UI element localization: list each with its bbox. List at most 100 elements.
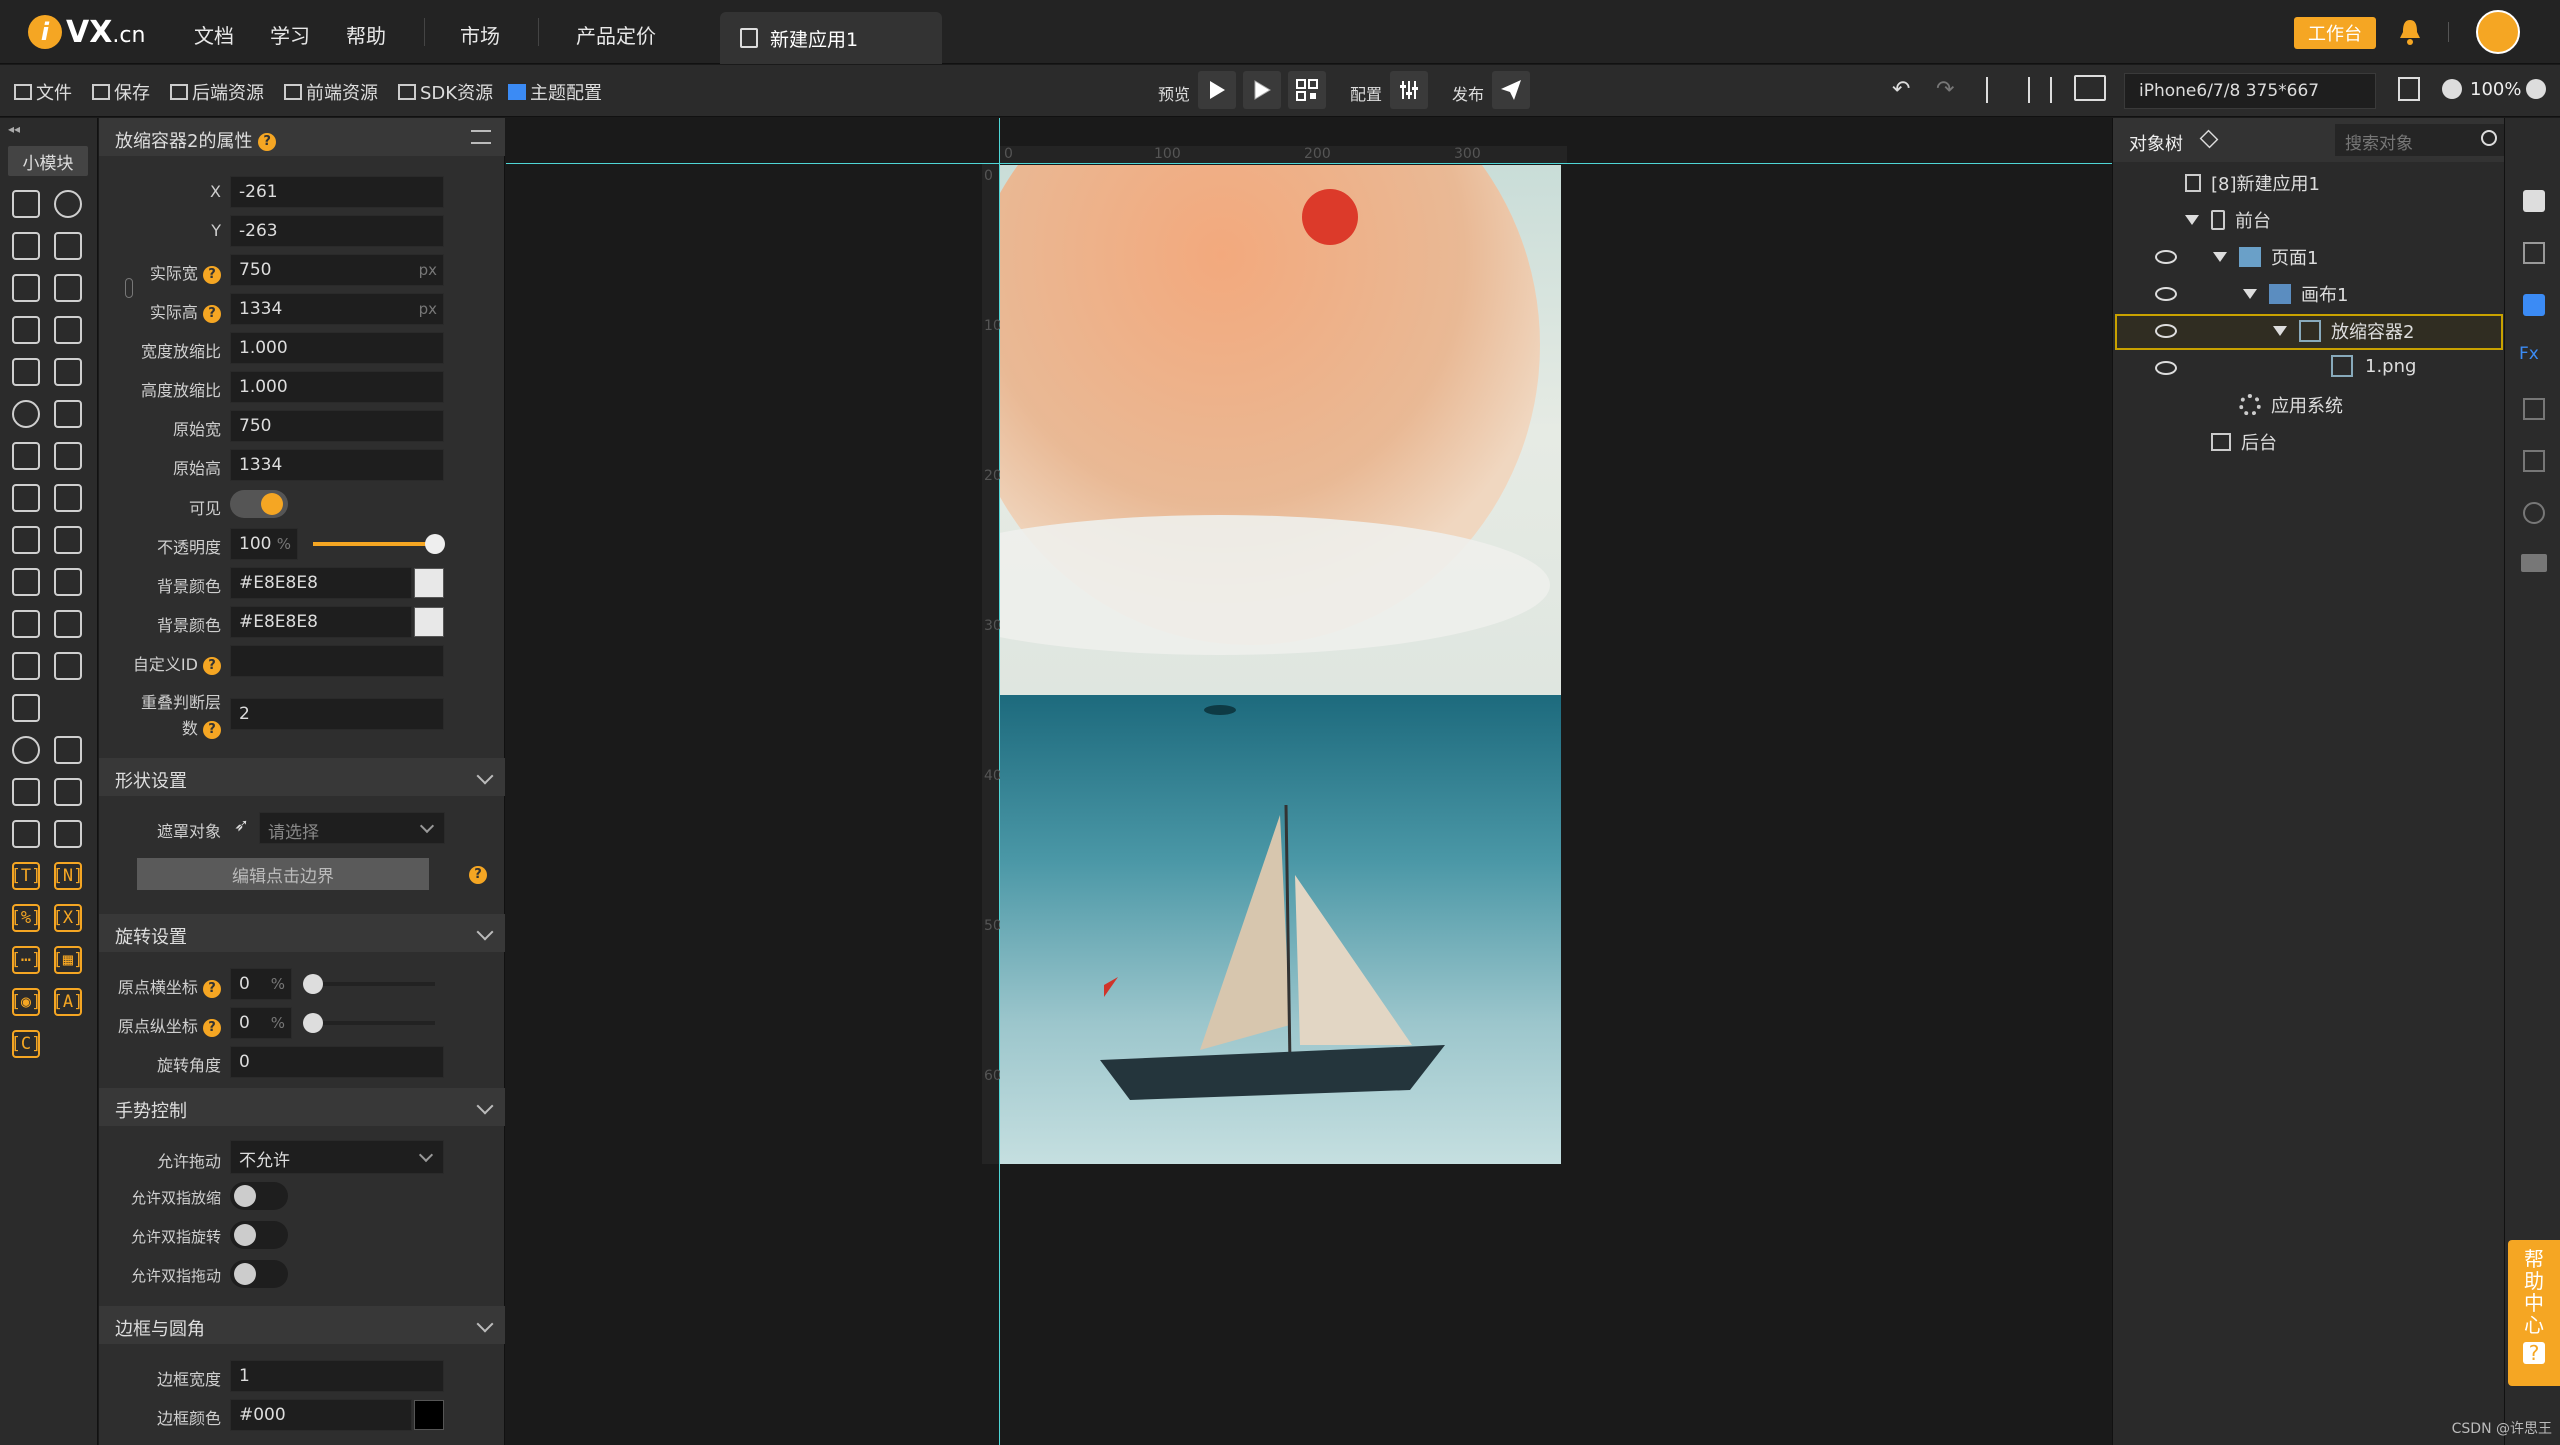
tree-node-page[interactable]: 页面1 <box>2213 244 2318 270</box>
qrcode-icon[interactable] <box>12 694 40 722</box>
form-icon[interactable] <box>54 274 82 302</box>
filter-icon[interactable] <box>12 778 40 806</box>
hexagon-icon[interactable] <box>12 358 40 386</box>
timer-icon[interactable] <box>12 736 40 764</box>
help-center-button[interactable]: 帮 助 中 心 ? <box>2508 1240 2560 1386</box>
info-icon[interactable] <box>2523 190 2545 212</box>
zoom-in-icon[interactable] <box>2526 79 2546 99</box>
gear-icon[interactable] <box>54 190 82 218</box>
text-icon[interactable] <box>12 442 40 470</box>
field-scale-y-input[interactable]: 1.000 <box>230 371 444 403</box>
eye-icon[interactable] <box>2155 361 2177 375</box>
align-center-icon[interactable] <box>2028 77 2052 103</box>
bg-color-input-2[interactable]: #E8E8E8 <box>230 606 412 638</box>
nav-help[interactable]: 帮助 <box>346 20 386 49</box>
object-search-input[interactable]: 搜索对象 <box>2335 124 2505 156</box>
search-component-icon[interactable] <box>12 400 40 428</box>
gesture-section-header[interactable]: 手势控制 <box>99 1088 505 1126</box>
border-color-swatch[interactable] <box>414 1400 444 1430</box>
help-icon[interactable]: ? <box>203 979 221 998</box>
screenshot-icon[interactable] <box>2398 77 2420 101</box>
tree-node-scale-container[interactable]: 放缩容器2 <box>2273 318 2414 344</box>
config-button[interactable] <box>1390 71 1428 109</box>
tree-node-image[interactable]: 1.png <box>2331 355 2416 377</box>
publish-button[interactable] <box>1492 71 1530 109</box>
zoom-out-icon[interactable] <box>2442 79 2462 99</box>
border-width-input[interactable]: 1 <box>230 1360 444 1392</box>
backend-resources[interactable]: 后端资源 <box>170 79 264 105</box>
origin-y-slider-track[interactable] <box>305 1021 435 1025</box>
copy-icon[interactable] <box>2523 398 2545 420</box>
origin-x-input[interactable]: 0% <box>230 968 292 1000</box>
align-left-icon[interactable] <box>1986 77 2010 103</box>
upload-icon[interactable] <box>54 232 82 260</box>
two-finger-drag-toggle[interactable] <box>230 1260 288 1288</box>
class-var-icon[interactable]: [C] <box>11 1030 41 1058</box>
nav-pricing[interactable]: 产品定价 <box>576 20 656 49</box>
nav-docs[interactable]: 文档 <box>194 20 234 49</box>
shape-section-header[interactable]: 形状设置 <box>99 758 505 796</box>
help-icon[interactable]: ? <box>203 656 221 675</box>
workbench-button[interactable]: 工作台 <box>2294 17 2376 49</box>
image-list-icon[interactable] <box>54 484 82 512</box>
pinch-toggle[interactable] <box>230 1182 288 1210</box>
field-x-input[interactable]: -261 <box>230 176 444 208</box>
tree-node-backend[interactable]: 后台 <box>2211 429 2277 455</box>
opacity-input[interactable]: 100% <box>230 528 298 560</box>
eye-icon[interactable] <box>2155 324 2177 338</box>
settings-icon[interactable] <box>2523 242 2545 264</box>
device-icon[interactable] <box>2074 75 2106 101</box>
wechat-icon[interactable] <box>12 232 40 260</box>
layers-icon[interactable] <box>12 190 40 218</box>
sql-icon[interactable] <box>2521 554 2547 572</box>
object-tree-title[interactable]: 对象树 <box>2129 130 2183 156</box>
collapse-icon[interactable]: ◂◂ <box>8 122 20 136</box>
eye-icon[interactable] <box>2155 250 2177 264</box>
field-height-input[interactable]: 1334 px <box>230 293 444 325</box>
file-menu[interactable]: 文件 <box>14 79 72 105</box>
help-icon[interactable]: ? <box>258 133 277 151</box>
border-color-input[interactable]: #000 <box>230 1399 412 1431</box>
edit-boundary-button[interactable]: 编辑点击边界 <box>137 858 429 890</box>
save-button[interactable]: 保存 <box>92 79 150 105</box>
search-icon[interactable] <box>2481 130 2497 146</box>
nav-market[interactable]: 市场 <box>460 20 500 49</box>
device-select[interactable]: iPhone6/7/8 375*667 <box>2124 73 2376 109</box>
play-step-button[interactable] <box>1243 71 1281 109</box>
frontend-resources[interactable]: 前端资源 <box>284 79 378 105</box>
origin-x-slider-track[interactable] <box>305 982 435 986</box>
custom-id-input[interactable] <box>230 645 444 677</box>
chart-icon[interactable] <box>12 652 40 680</box>
object-var-icon[interactable]: [◉] <box>11 988 41 1016</box>
opacity-slider-track[interactable] <box>313 542 435 546</box>
touch-icon[interactable] <box>54 736 82 764</box>
origin-x-slider-handle[interactable] <box>303 974 323 994</box>
small-module-tab[interactable]: 小模块 <box>8 146 88 176</box>
theme-config[interactable]: 主题配置 <box>508 79 602 105</box>
target-icon[interactable] <box>2523 502 2545 524</box>
function-icon[interactable]: Fx <box>2519 344 2547 366</box>
help-icon[interactable]: ? <box>203 720 221 739</box>
menu-icon[interactable] <box>471 130 491 144</box>
chart-grid-icon[interactable] <box>54 652 82 680</box>
tree-node-canvas[interactable]: 画布1 <box>2243 281 2348 307</box>
text-var-icon[interactable]: [T] <box>11 862 41 890</box>
video-icon[interactable] <box>54 526 82 554</box>
music-icon[interactable] <box>12 526 40 554</box>
bell-icon[interactable] <box>2398 18 2422 46</box>
vx-logo[interactable]: i VX.cn <box>28 14 145 50</box>
qr-preview-button[interactable] <box>1288 71 1326 109</box>
help-icon[interactable]: ? <box>203 1018 221 1037</box>
nav-learn[interactable]: 学习 <box>270 20 310 49</box>
tree-node-app-system[interactable]: 应用系统 <box>2239 392 2343 418</box>
angle-input[interactable]: 0 <box>230 1046 444 1078</box>
table-var-icon[interactable]: [▦] <box>53 946 83 974</box>
phone-stage-image[interactable] <box>1000 165 1561 1164</box>
container-icon[interactable] <box>12 316 40 344</box>
frame-icon[interactable] <box>54 358 82 386</box>
visible-toggle[interactable] <box>230 490 288 518</box>
x-var-icon[interactable]: [X] <box>53 904 83 932</box>
origin-y-slider-handle[interactable] <box>303 1013 323 1033</box>
drag-select[interactable]: 不允许 <box>230 1140 444 1174</box>
chat-icon[interactable] <box>2523 294 2545 316</box>
